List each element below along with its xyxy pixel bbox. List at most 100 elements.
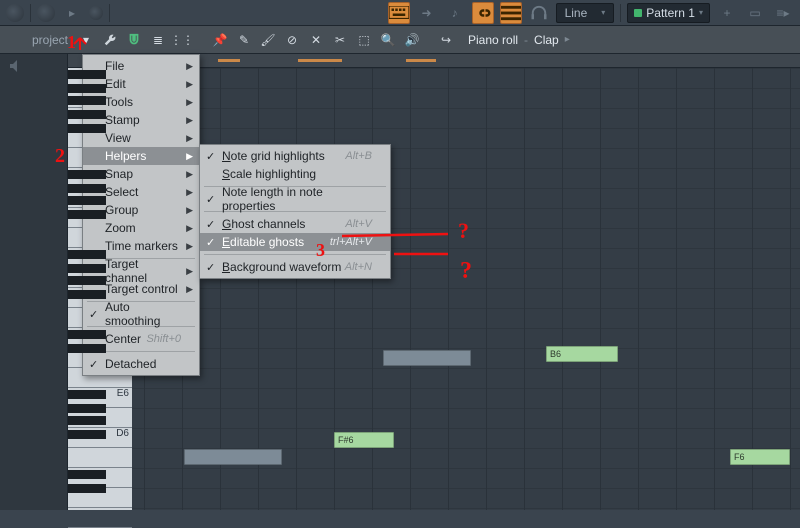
- piano-black-key[interactable]: [68, 210, 106, 219]
- piano-black-key[interactable]: [68, 344, 106, 353]
- menu-item-label: Target control: [105, 282, 178, 296]
- zoom-icon[interactable]: 🔍: [378, 30, 398, 50]
- piano-black-key[interactable]: [68, 250, 106, 259]
- pin-icon[interactable]: 📌: [210, 30, 230, 50]
- menu-item-ghost-channels[interactable]: ✓Ghost channelsAlt+V: [200, 215, 390, 233]
- piano-black-key[interactable]: [68, 430, 106, 439]
- step-forward-icon[interactable]: ➜: [416, 2, 438, 24]
- magnet-icon[interactable]: [124, 30, 144, 50]
- menu-shortcut: Shift+0: [146, 333, 181, 345]
- volume-knob[interactable]: [37, 4, 55, 22]
- small-knob[interactable]: [89, 6, 103, 20]
- keyboard-icon[interactable]: [388, 2, 410, 24]
- menu-item-note-grid-highlights[interactable]: ✓Note grid highlightsAlt+B: [200, 147, 390, 165]
- menu-item-label: Time markers: [105, 239, 178, 253]
- menu-divider: [204, 254, 386, 255]
- ghost-note[interactable]: [184, 449, 282, 465]
- piano-black-key[interactable]: [68, 70, 106, 79]
- menu-item-auto-smoothing[interactable]: ✓Auto smoothing: [83, 305, 199, 323]
- check-icon: ✓: [206, 236, 215, 249]
- link-icon[interactable]: [472, 2, 494, 24]
- window-icon[interactable]: ▭: [744, 2, 766, 24]
- transport-knob[interactable]: [6, 4, 24, 22]
- menu-item-detached[interactable]: ✓Detached: [83, 355, 199, 373]
- top-bar: ▸ ➜ ♪ Line ▾ Pattern 1 ▾ + ▭ ≡▸: [0, 0, 800, 26]
- playlist-icon[interactable]: ≡▸: [772, 2, 794, 24]
- menu-item-helpers[interactable]: Helpers ▶: [83, 147, 199, 165]
- piano-black-key[interactable]: [68, 276, 106, 285]
- piano-black-key[interactable]: [68, 96, 106, 105]
- wrench-icon[interactable]: [100, 30, 120, 50]
- piano-black-key[interactable]: [68, 390, 106, 399]
- playback-icon[interactable]: 🔊: [402, 30, 422, 50]
- submenu-arrow-icon: ▶: [186, 223, 193, 234]
- piano-key[interactable]: [68, 408, 132, 428]
- burger-icon[interactable]: [500, 2, 522, 24]
- piano-key[interactable]: [68, 508, 132, 528]
- play-icon[interactable]: ▸: [61, 2, 83, 24]
- breadcrumb-channel[interactable]: Clap: [534, 33, 559, 47]
- note-icon[interactable]: ♪: [444, 2, 466, 24]
- submenu-arrow-icon: ▶: [186, 151, 193, 162]
- menu-item-note-length-in-note-properties[interactable]: ✓Note length in note properties: [200, 190, 390, 208]
- submenu-arrow-icon: ▶: [186, 61, 193, 72]
- pattern-color-swatch: [634, 9, 642, 17]
- submenu-arrow-icon: ▶: [186, 205, 193, 216]
- piano-black-key[interactable]: [68, 484, 106, 493]
- piano-key[interactable]: [68, 448, 132, 468]
- submenu-arrow-icon: ▶: [186, 97, 193, 108]
- menu-item-label: Snap: [105, 167, 133, 181]
- note[interactable]: B6: [546, 346, 618, 362]
- plus-button[interactable]: +: [716, 2, 738, 24]
- dropdown-menu-button[interactable]: ▾: [76, 30, 96, 50]
- grid-dots-icon[interactable]: ⋮⋮: [172, 30, 192, 50]
- slice-icon[interactable]: ✂: [330, 30, 350, 50]
- piano-key[interactable]: [68, 488, 132, 508]
- piano-key-label: D6: [116, 428, 129, 439]
- piano-black-key[interactable]: [68, 404, 106, 413]
- submenu-arrow-icon: ▶: [186, 133, 193, 144]
- piano-black-key[interactable]: [68, 110, 106, 119]
- piano-black-key[interactable]: [68, 170, 106, 179]
- timeline-region[interactable]: [406, 59, 436, 62]
- piano-black-key[interactable]: [68, 416, 106, 425]
- piano-black-key[interactable]: [68, 196, 106, 205]
- ghost-note[interactable]: [383, 350, 471, 366]
- menu-item-background-waveform[interactable]: ✓Background waveformAlt+N: [200, 258, 390, 276]
- piano-black-key[interactable]: [68, 264, 106, 273]
- pencil-icon[interactable]: ✎: [234, 30, 254, 50]
- timeline-region[interactable]: [298, 59, 342, 62]
- note[interactable]: F6: [730, 449, 790, 465]
- brush-icon[interactable]: 🖌: [258, 30, 278, 50]
- note[interactable]: F#6: [334, 432, 394, 448]
- timeline-region[interactable]: [218, 59, 240, 62]
- menu-item-label: Helpers: [105, 149, 146, 163]
- check-icon: ✓: [206, 261, 215, 274]
- select-icon[interactable]: ⬚: [354, 30, 374, 50]
- menu-lines-icon[interactable]: ≣: [148, 30, 168, 50]
- mute-icon[interactable]: ⊘: [282, 30, 302, 50]
- menu-item-label: Group: [105, 203, 138, 217]
- piano-black-key[interactable]: [68, 470, 106, 479]
- submenu-arrow-icon: ▶: [186, 241, 193, 252]
- piano-black-key[interactable]: [68, 184, 106, 193]
- menu-item-editable-ghosts[interactable]: ✓Editable ghoststrl+Alt+V: [200, 233, 390, 251]
- piano-black-key[interactable]: [68, 84, 106, 93]
- send-to-icon[interactable]: ↪: [436, 30, 456, 50]
- piano-black-key[interactable]: [68, 124, 106, 133]
- dropdown-arrow-icon: ▾: [699, 8, 703, 17]
- snap-mode-label: Line: [565, 6, 588, 20]
- pattern-selector[interactable]: Pattern 1 ▾: [627, 3, 710, 23]
- menu-item-zoom[interactable]: Zoom▶: [83, 219, 199, 237]
- snap-mode-selector[interactable]: Line ▾: [556, 3, 615, 23]
- menu-item-scale-highlighting[interactable]: Scale highlighting: [200, 165, 390, 183]
- menu-shortcut: Alt+N: [345, 261, 372, 273]
- piano-black-key[interactable]: [68, 290, 106, 299]
- piano-key[interactable]: D6: [68, 428, 132, 448]
- breadcrumb: Piano roll - Clap ▸: [468, 33, 570, 47]
- speaker-icon[interactable]: [10, 60, 28, 72]
- piano-black-key[interactable]: [68, 330, 106, 339]
- headphones-icon[interactable]: [528, 2, 550, 24]
- breadcrumb-root[interactable]: Piano roll: [468, 33, 518, 47]
- cut-icon[interactable]: ✕: [306, 30, 326, 50]
